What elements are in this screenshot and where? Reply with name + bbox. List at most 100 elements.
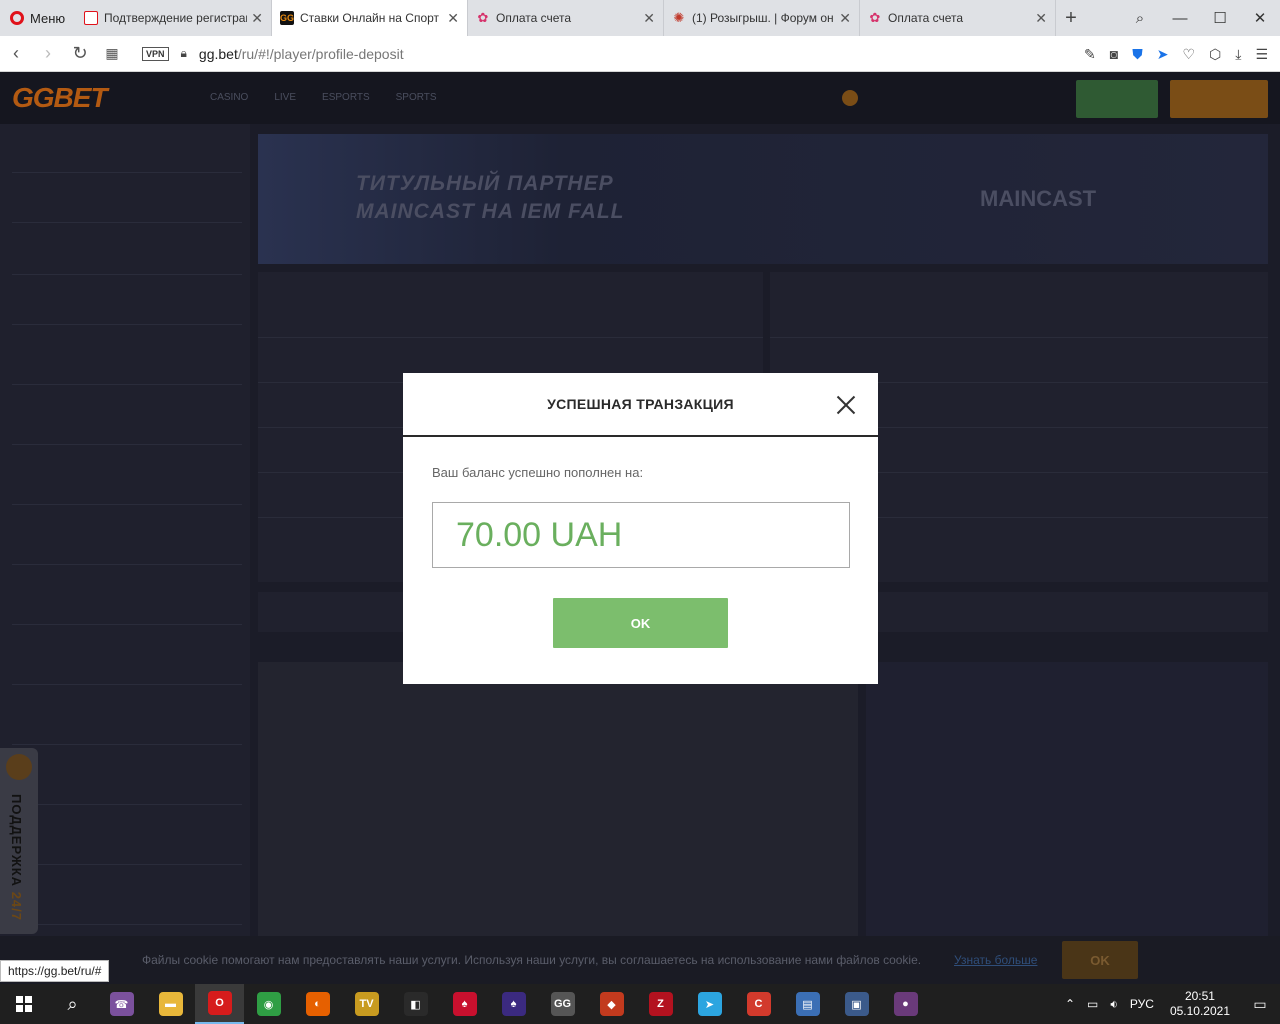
taskbar-app[interactable]: GG xyxy=(538,984,587,1024)
settings-menu-icon[interactable]: ☰ xyxy=(1255,46,1268,63)
taskbar-app[interactable]: C xyxy=(734,984,783,1024)
flower-icon: ✿ xyxy=(477,10,489,25)
nav-item: ESPORTS xyxy=(322,92,370,103)
opera-logo-icon xyxy=(10,11,24,25)
app-icon: ▣ xyxy=(844,992,869,1016)
viber-icon: ☎ xyxy=(109,992,134,1016)
new-tab-button[interactable]: + xyxy=(1056,7,1086,30)
poker-icon: ♠ xyxy=(452,992,477,1016)
heart-icon[interactable]: ♡ xyxy=(1182,46,1195,63)
banner-subheadline: MAINCAST НА IEM FALL xyxy=(356,200,625,223)
minimize-icon[interactable]: — xyxy=(1160,10,1200,27)
search-icon[interactable]: ⌕ xyxy=(48,984,97,1024)
camera-icon[interactable]: ◙ xyxy=(1110,46,1118,62)
deposit-amount: 70.00 UAH xyxy=(456,515,623,554)
url-field[interactable]: gg.bet/ru/#!/player/profile-deposit xyxy=(199,46,404,62)
modal-message: Ваш баланс успешно пополнен на: xyxy=(432,465,644,480)
close-icon[interactable] xyxy=(836,395,856,415)
cookie-text: Файлы cookie помогают нам предоставлять … xyxy=(142,953,922,967)
close-tab-icon[interactable]: ✕ xyxy=(251,10,263,27)
address-bar: ‹ › ↻ ▦ VPN 🔒︎ gg.bet/ru/#!/player/profi… xyxy=(0,36,1280,72)
adblock-shield-icon[interactable]: ⛊ xyxy=(1132,46,1143,63)
taskbar-app[interactable]: ▤ xyxy=(783,984,832,1024)
ccleaner-icon: C xyxy=(746,992,771,1016)
address-bar-tools: ✎ ◙ ⛊ ➤ ♡ ⬡ ⤓ ☰ xyxy=(1084,36,1268,72)
close-tab-icon[interactable]: ✕ xyxy=(447,10,459,27)
nav-item: LIVE xyxy=(274,92,297,103)
coin-icon xyxy=(842,90,858,106)
back-icon[interactable]: ‹ xyxy=(0,43,32,64)
notifications-icon[interactable]: ▭ xyxy=(1240,996,1280,1013)
edit-icon[interactable]: ✎ xyxy=(1084,46,1096,63)
taskbar-app[interactable]: ♠ xyxy=(489,984,538,1024)
nav-item: SPORTS xyxy=(395,92,437,103)
start-button[interactable] xyxy=(0,984,48,1024)
taskbar-app[interactable]: TV xyxy=(342,984,391,1024)
browser-tab-bar: Меню Подтверждение регистрац ✕ GG Ставки… xyxy=(0,0,1280,36)
support-tab[interactable]: ПОДДЕРЖКА 24/7 xyxy=(0,748,38,934)
url-host: gg.bet xyxy=(198,45,238,62)
clock[interactable]: 20:51 05.10.2021 xyxy=(1160,989,1240,1019)
gg-icon: GG xyxy=(550,992,575,1016)
cookie-ok-button[interactable]: OK xyxy=(1062,941,1138,979)
game-icon: ◧ xyxy=(403,992,428,1016)
browser-tab[interactable]: ✿ Оплата счета ✕ xyxy=(860,0,1056,36)
tray-chevron-icon[interactable]: ⌃ xyxy=(1059,997,1081,1011)
taskbar-app[interactable]: ➤ xyxy=(685,984,734,1024)
maximize-icon[interactable]: ☐ xyxy=(1200,9,1240,27)
chrome-icon: ◉ xyxy=(256,992,281,1016)
close-window-icon[interactable]: ✕ xyxy=(1240,9,1280,27)
z-icon: Z xyxy=(648,992,673,1016)
diamond-icon: ◆ xyxy=(599,992,624,1016)
site-logo: GGBET xyxy=(12,82,108,113)
taskbar-app[interactable]: ▣ xyxy=(832,984,881,1024)
network-tray-icon[interactable]: ▭ xyxy=(1081,997,1104,1011)
opera-page-icon xyxy=(84,11,98,25)
taskbar-app[interactable]: ♠ xyxy=(440,984,489,1024)
close-tab-icon[interactable]: ✕ xyxy=(1035,10,1047,27)
close-tab-icon[interactable]: ✕ xyxy=(839,10,851,27)
taskbar-app[interactable]: ▬ xyxy=(146,984,195,1024)
speed-dial-icon[interactable]: ▦ xyxy=(96,45,128,62)
spade-icon: ♠ xyxy=(501,992,526,1016)
taskbar-app[interactable]: ☎ xyxy=(97,984,146,1024)
taskbar-app[interactable]: ◆ xyxy=(587,984,636,1024)
taskbar-app[interactable]: ◉ xyxy=(244,984,293,1024)
amount-display: 70.00 UAH xyxy=(432,502,850,568)
taskbar-app[interactable]: ◐ xyxy=(293,984,342,1024)
modal-ok-button[interactable]: OK xyxy=(553,598,728,648)
taskbar-app[interactable]: O xyxy=(195,984,244,1024)
volume-icon[interactable]: 🔉︎ xyxy=(1104,997,1124,1012)
tab-title: Оплата счета xyxy=(496,11,572,25)
modal-header: УСПЕШНАЯ ТРАНЗАКЦИЯ xyxy=(403,373,878,437)
chat-icon xyxy=(6,754,32,780)
status-url-tooltip: https://gg.bet/ru/# xyxy=(0,960,110,982)
flower-icon: ✿ xyxy=(869,10,881,25)
transaction-success-modal: УСПЕШНАЯ ТРАНЗАКЦИЯ Ваш баланс успешно п… xyxy=(403,373,878,684)
firefox-icon: ◐ xyxy=(305,992,330,1016)
windows-logo-icon xyxy=(16,996,32,1012)
browser-tab[interactable]: Подтверждение регистрац ✕ xyxy=(76,0,272,36)
forum-icon: ✺ xyxy=(673,10,685,25)
browser-menu-button[interactable]: Меню xyxy=(0,0,76,36)
taskbar-app[interactable]: Z xyxy=(636,984,685,1024)
browser-tab-active[interactable]: GG Ставки Онлайн на Спорт и ✕ xyxy=(272,0,468,36)
browser-tab[interactable]: ✺ (1) Розыгрыш. | Форум он ✕ xyxy=(664,0,860,36)
cube-icon[interactable]: ⬡ xyxy=(1209,46,1221,63)
tab-title: (1) Розыгрыш. | Форум он xyxy=(692,11,834,25)
taskbar-app[interactable]: ● xyxy=(881,984,930,1024)
reload-icon[interactable]: ↻ xyxy=(64,43,96,64)
language-indicator[interactable]: РУС xyxy=(1124,997,1160,1011)
browser-tab[interactable]: ✿ Оплата счета ✕ xyxy=(468,0,664,36)
video-panel xyxy=(258,662,858,942)
close-tab-icon[interactable]: ✕ xyxy=(643,10,655,27)
lock-icon[interactable]: 🔒︎ xyxy=(181,46,187,61)
download-icon[interactable]: ⤓ xyxy=(1235,46,1241,63)
vpn-badge[interactable]: VPN xyxy=(142,46,169,61)
flow-send-icon[interactable]: ➤ xyxy=(1157,46,1169,63)
taskbar-app[interactable]: ◧ xyxy=(391,984,440,1024)
match-card-panel xyxy=(866,662,1268,942)
search-tabs-icon[interactable]: ⌕ xyxy=(1120,10,1160,27)
cookie-learn-more-link[interactable]: Узнать больше xyxy=(954,953,1037,967)
forward-icon[interactable]: › xyxy=(32,43,64,64)
